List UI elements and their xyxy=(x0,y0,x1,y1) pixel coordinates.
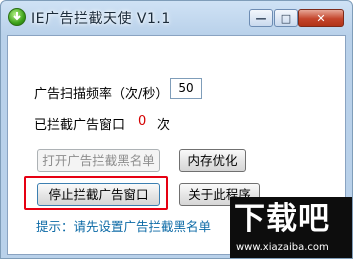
hint-text: 提示：请先设置广告拦截黑名单 xyxy=(36,219,212,234)
scan-frequency-input[interactable]: 50 xyxy=(170,78,202,99)
optimize-memory-button[interactable]: 内存优化 xyxy=(179,149,246,172)
app-window: IE广告拦截天使 V1.1 — □ ✕ 广告扫描频率（次/秒） 50 已拦截广告… xyxy=(0,0,353,259)
minimize-button[interactable]: — xyxy=(249,9,273,27)
title-bar[interactable]: IE广告拦截天使 V1.1 — □ ✕ xyxy=(1,1,352,31)
maximize-button[interactable]: □ xyxy=(274,9,298,27)
blocked-count-unit: 次 xyxy=(157,118,171,133)
window-title: IE广告拦截天使 V1.1 xyxy=(31,11,171,27)
close-button[interactable]: ✕ xyxy=(298,9,344,27)
watermark: 下载吧 www.xiazaiba.com xyxy=(230,197,352,258)
scan-frequency-label: 广告扫描频率（次/秒） xyxy=(34,87,169,102)
blocked-count-label: 已拦截广告窗口 xyxy=(34,118,126,133)
download-arrow-icon xyxy=(8,8,26,26)
stop-blocking-button[interactable]: 停止拦截广告窗口 xyxy=(37,183,160,206)
blocked-count-value: 0 xyxy=(138,114,147,129)
open-blacklist-button[interactable]: 打开广告拦截黑名单 xyxy=(37,149,160,172)
watermark-url: www.xiazaiba.com xyxy=(236,242,329,253)
watermark-logo: 下载吧 xyxy=(234,201,330,237)
